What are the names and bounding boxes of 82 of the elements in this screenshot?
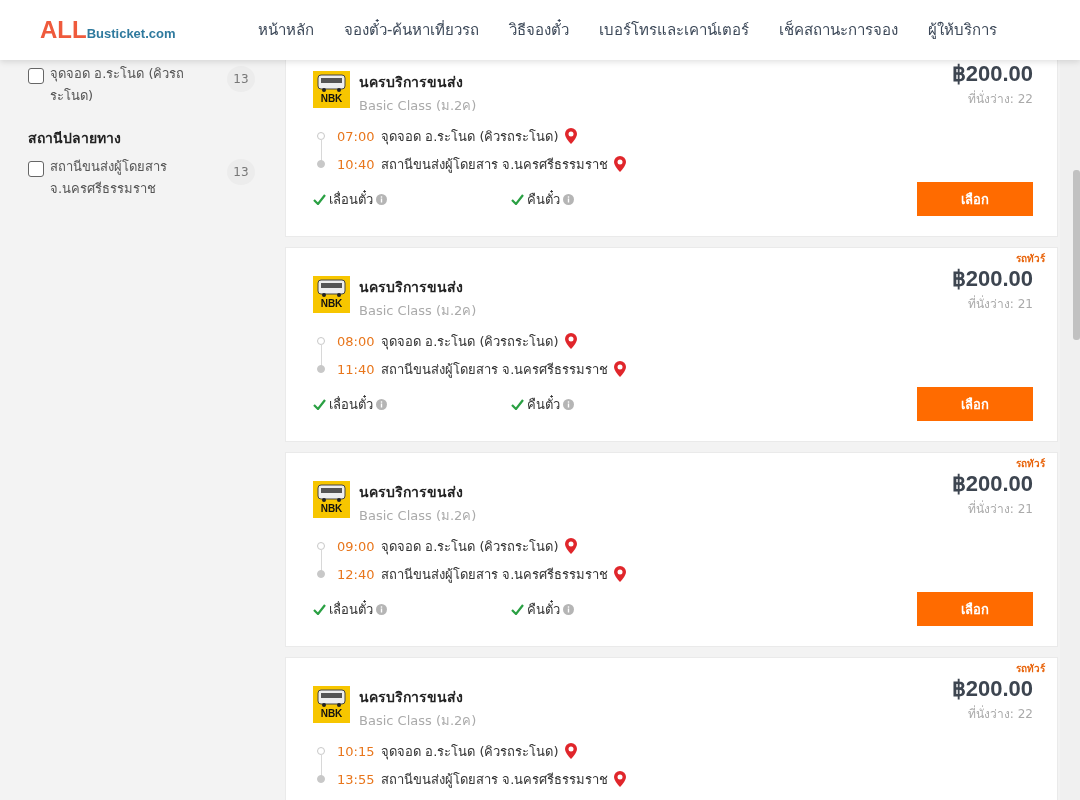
feature-label: เลื่อนตั๋ว <box>329 394 373 414</box>
map-pin-icon <box>564 742 577 760</box>
map-pin-icon <box>564 537 577 555</box>
timeline-dot <box>317 775 325 783</box>
nav-link[interactable]: เช็คสถานะการจอง <box>779 18 899 42</box>
seats-available: ที่นั่งว่าง: 22 <box>967 704 1033 723</box>
operator-name: นครบริการขนส่ง <box>359 483 464 502</box>
stop-name: จุดจอด อ.ระโนด (คิวรถระโนด) <box>381 537 559 557</box>
info-icon[interactable] <box>563 193 574 205</box>
operator-logo: NBK <box>313 71 350 108</box>
map-pin-icon <box>614 565 627 583</box>
info-icon[interactable] <box>376 193 387 205</box>
scrollbar-thumb[interactable] <box>1073 170 1080 340</box>
timeline-dot <box>317 337 325 345</box>
nav-link[interactable]: ผู้ให้บริการ <box>928 18 998 42</box>
feature-label: คืนตั๋ว <box>527 189 560 209</box>
timeline-dot <box>317 747 325 755</box>
price: ฿200.00 <box>951 676 1033 702</box>
map-pin-icon <box>614 155 627 173</box>
info-icon[interactable] <box>563 398 574 410</box>
stop-time: 11:40 <box>337 361 375 377</box>
bus-class: Basic Class (ม.2ค) <box>359 712 477 730</box>
timeline-dot <box>317 542 325 550</box>
timeline-dot <box>317 365 325 373</box>
map-pin-icon <box>564 127 577 145</box>
nav-link[interactable]: หน้าหลัก <box>258 18 314 42</box>
bus-type-label: รถทัวร์ <box>1016 662 1045 676</box>
operator-logo: NBK <box>313 686 350 723</box>
price: ฿200.00 <box>951 471 1033 497</box>
bus-type-label: รถทัวร์ <box>1016 252 1045 266</box>
stop-time: 12:40 <box>337 566 375 582</box>
stop-name: สถานีขนส่งผู้โดยสาร จ.นครศรีธรรมราช <box>381 770 609 790</box>
count-badge: 13 <box>227 159 255 185</box>
bus-type-label: รถทัวร์ <box>1016 457 1045 471</box>
stop-name: สถานีขนส่งผู้โดยสาร จ.นครศรีธรรมราช <box>381 360 609 380</box>
info-icon[interactable] <box>563 603 574 615</box>
price: ฿200.00 <box>951 266 1033 292</box>
timeline-dot <box>317 132 325 140</box>
info-icon[interactable] <box>376 603 387 615</box>
seats-available: ที่นั่งว่าง: 21 <box>967 499 1033 518</box>
stop-name: สถานีขนส่งผู้โดยสาร จ.นครศรีธรรมราช <box>381 155 609 175</box>
operator-logo: NBK <box>313 276 350 313</box>
map-pin-icon <box>614 360 627 378</box>
nav-link[interactable]: เบอร์โทรและเคาน์เตอร์ <box>599 18 750 42</box>
stop-name: จุดจอด อ.ระโนด (คิวรถระโนด) <box>381 127 559 147</box>
stop-name: สถานีขนส่งผู้โดยสาร จ.นครศรีธรรมราช <box>381 565 609 585</box>
info-icon[interactable] <box>376 398 387 410</box>
stop-time: 13:55 <box>337 771 375 787</box>
feature-label: เลื่อนตั๋ว <box>329 189 373 209</box>
operator-name: นครบริการขนส่ง <box>359 278 464 297</box>
checkbox[interactable] <box>28 68 44 84</box>
filter-label: จุดจอด อ.ระโนด (คิวรถระโนด) <box>50 65 186 105</box>
stop-name: จุดจอด อ.ระโนด (คิวรถระโนด) <box>381 742 559 762</box>
stop-time: 10:15 <box>337 743 375 759</box>
feature-label: คืนตั๋ว <box>527 599 560 619</box>
map-pin-icon <box>564 332 577 350</box>
operator-name: นครบริการขนส่ง <box>359 73 464 92</box>
stop-time: 09:00 <box>337 538 375 554</box>
count-badge: 13 <box>227 66 255 92</box>
stop-time: 08:00 <box>337 333 375 349</box>
seats-available: ที่นั่งว่าง: 21 <box>967 294 1033 313</box>
stop-time: 10:40 <box>337 156 375 172</box>
filter-heading: สถานีปลายทาง <box>28 129 122 148</box>
bus-class: Basic Class (ม.2ค) <box>359 302 477 320</box>
stop-time: 07:00 <box>337 128 375 144</box>
map-pin-icon <box>614 770 627 788</box>
nav-link[interactable]: วิธีจองตั๋ว <box>509 18 570 42</box>
feature-label: คืนตั๋ว <box>527 394 560 414</box>
seats-available: ที่นั่งว่าง: 22 <box>967 89 1033 108</box>
feature-label: เลื่อนตั๋ว <box>329 599 373 619</box>
operator-logo: NBK <box>313 481 350 518</box>
operator-name: นครบริการขนส่ง <box>359 688 464 707</box>
timeline-dot <box>317 160 325 168</box>
stop-name: จุดจอด อ.ระโนด (คิวรถระโนด) <box>381 332 559 352</box>
checkbox[interactable] <box>28 161 44 177</box>
bus-class: Basic Class (ม.2ค) <box>359 507 477 525</box>
timeline-dot <box>317 570 325 578</box>
filter-label: สถานีขนส่งผู้โดยสาร จ.นครศรีธรรมราช <box>50 158 168 198</box>
bus-class: Basic Class (ม.2ค) <box>359 97 477 115</box>
nav-link[interactable]: จองตั๋ว-ค้นหาเที่ยวรถ <box>344 18 480 42</box>
site-logo[interactable]: ALLBusticket.com <box>40 16 258 44</box>
price: ฿200.00 <box>951 61 1033 87</box>
